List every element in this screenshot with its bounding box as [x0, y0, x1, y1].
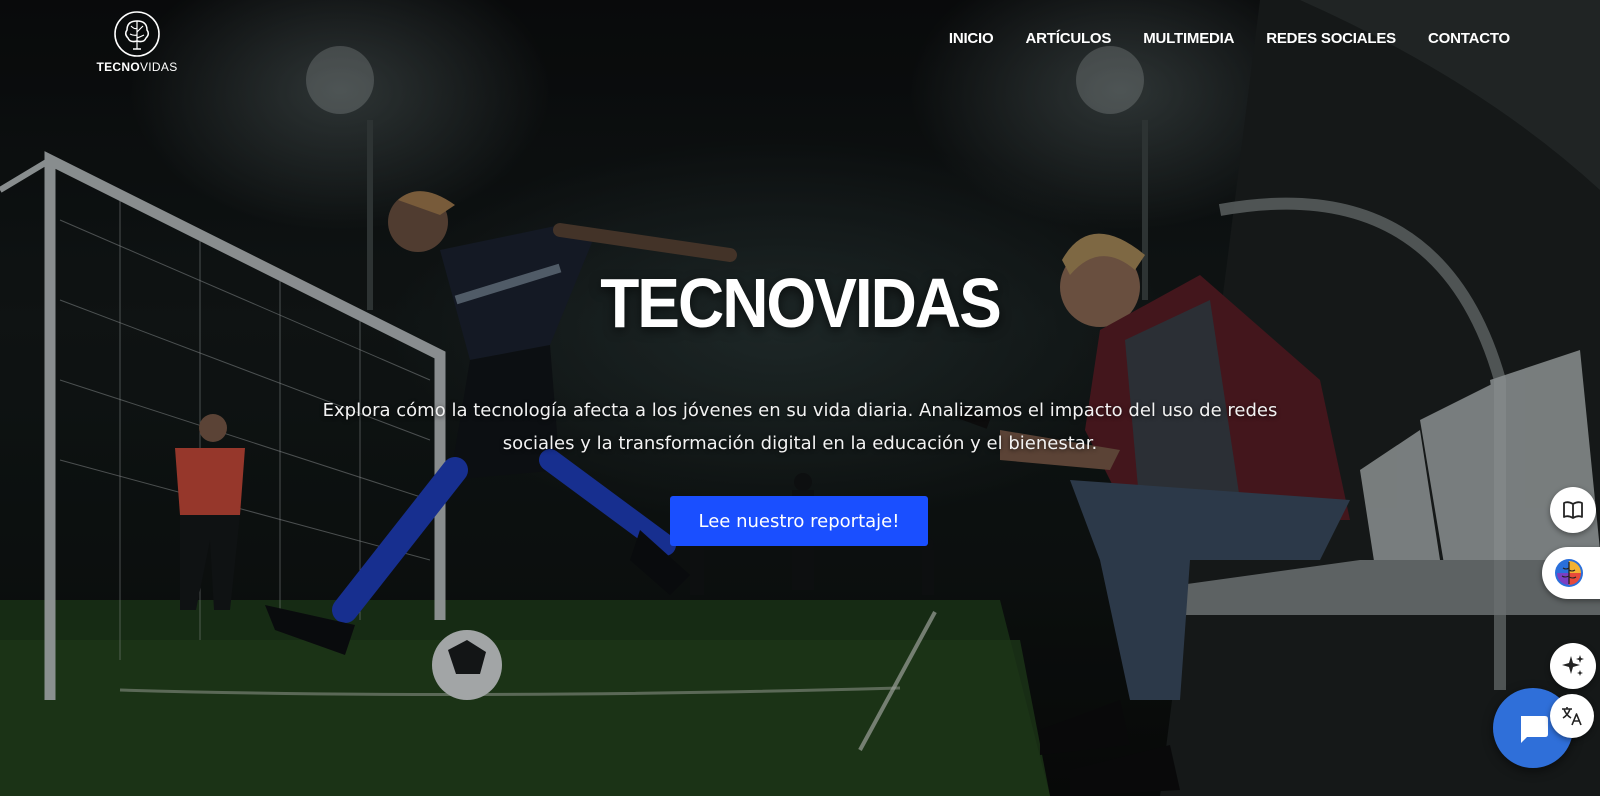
logo-wordmark: TECNOVIDAS: [96, 60, 178, 74]
read-report-button[interactable]: Lee nuestro reportaje!: [670, 496, 928, 546]
main-nav: INICIO ARTÍCULOS MULTIMEDIA REDES SOCIAL…: [949, 30, 1510, 47]
ai-assistant-button[interactable]: [1550, 643, 1596, 689]
hero-title: TECNOVIDAS: [600, 264, 1002, 342]
site-logo[interactable]: TECNOVIDAS: [96, 10, 178, 74]
nav-item-redes-sociales[interactable]: REDES SOCIALES: [1266, 30, 1396, 47]
nav-item-multimedia[interactable]: MULTIMEDIA: [1143, 30, 1234, 47]
sparkle-icon: [1562, 655, 1584, 676]
hero-description: Explora cómo la tecnología afecta a los …: [322, 400, 1278, 454]
translate-icon: [1562, 707, 1582, 726]
reader-widget-button[interactable]: [1550, 487, 1596, 533]
brain-tree-logo-icon: [114, 11, 160, 57]
nav-item-inicio[interactable]: INICIO: [949, 30, 994, 47]
nav-item-articulos[interactable]: ARTÍCULOS: [1026, 30, 1112, 47]
translate-button[interactable]: [1550, 694, 1594, 738]
book-icon: [1563, 501, 1583, 519]
accessibility-widget-tab[interactable]: [1542, 547, 1600, 599]
chat-icon: [1521, 716, 1548, 743]
brain-icon: [1555, 559, 1583, 587]
nav-item-contacto[interactable]: CONTACTO: [1428, 30, 1510, 47]
